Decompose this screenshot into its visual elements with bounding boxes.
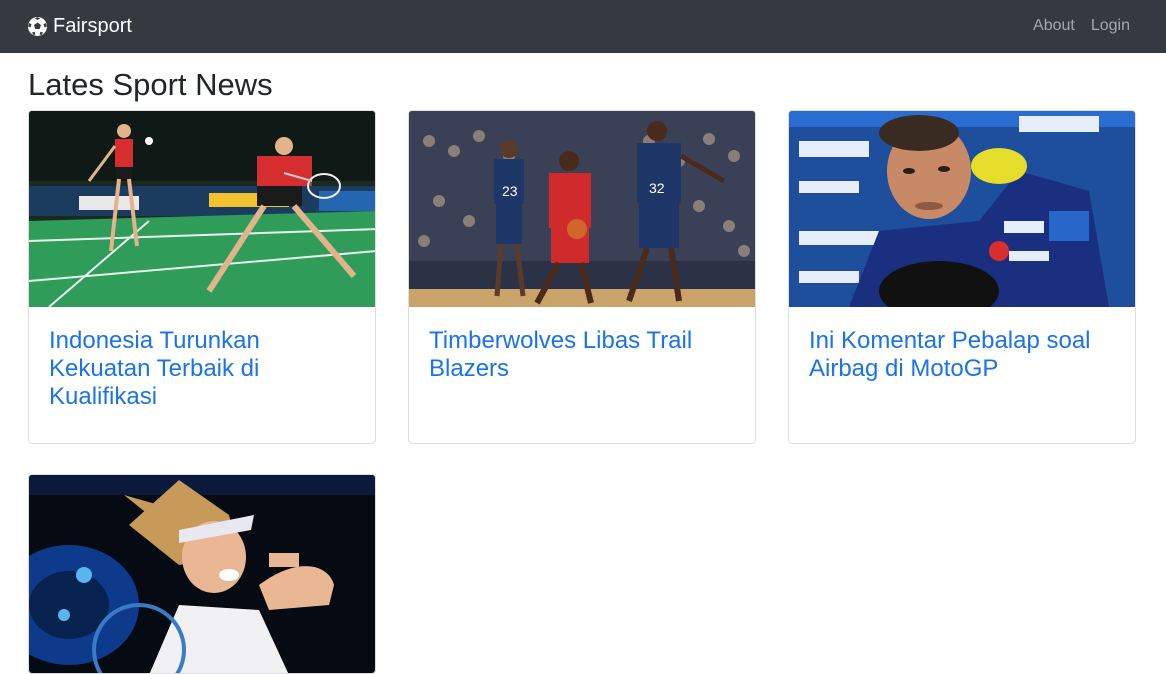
news-card: 23 32 Timberwolves Libas Trail Blazers — [408, 110, 756, 444]
nav-links: About Login — [1033, 16, 1130, 36]
card-body: Timberwolves Libas Trail Blazers — [409, 307, 755, 403]
basketball-game-photo[interactable]: 23 32 — [409, 111, 755, 307]
brand-name: Fairsport — [53, 15, 132, 37]
article-title-link[interactable]: Ini Komentar Pebalap soal Airbag di Moto… — [809, 327, 1115, 383]
nav-link-login[interactable]: Login — [1091, 16, 1130, 36]
nav-link-about[interactable]: About — [1033, 16, 1075, 36]
top-navbar: Fairsport About Login — [0, 0, 1166, 53]
badminton-players-photo[interactable] — [29, 111, 375, 307]
soccer-ball-icon — [27, 16, 48, 37]
article-title-link[interactable]: Indonesia Turunkan Kekuatan Terbaik di K… — [49, 327, 355, 411]
news-card: Indonesia Turunkan Kekuatan Terbaik di K… — [28, 110, 376, 444]
svg-text:23: 23 — [502, 183, 518, 199]
card-body: Ini Komentar Pebalap soal Airbag di Moto… — [789, 307, 1135, 403]
svg-text:32: 32 — [649, 180, 665, 196]
brand-link[interactable]: Fairsport — [27, 14, 132, 38]
card-body: Indonesia Turunkan Kekuatan Terbaik di K… — [29, 307, 375, 431]
page-title: Lates Sport News — [28, 67, 273, 102]
motogp-rider-photo[interactable] — [789, 111, 1135, 307]
news-card: Ini Komentar Pebalap soal Airbag di Moto… — [788, 110, 1136, 444]
news-card — [28, 474, 376, 674]
article-title-link[interactable]: Timberwolves Libas Trail Blazers — [429, 327, 735, 383]
tennis-player-photo[interactable] — [29, 475, 375, 673]
